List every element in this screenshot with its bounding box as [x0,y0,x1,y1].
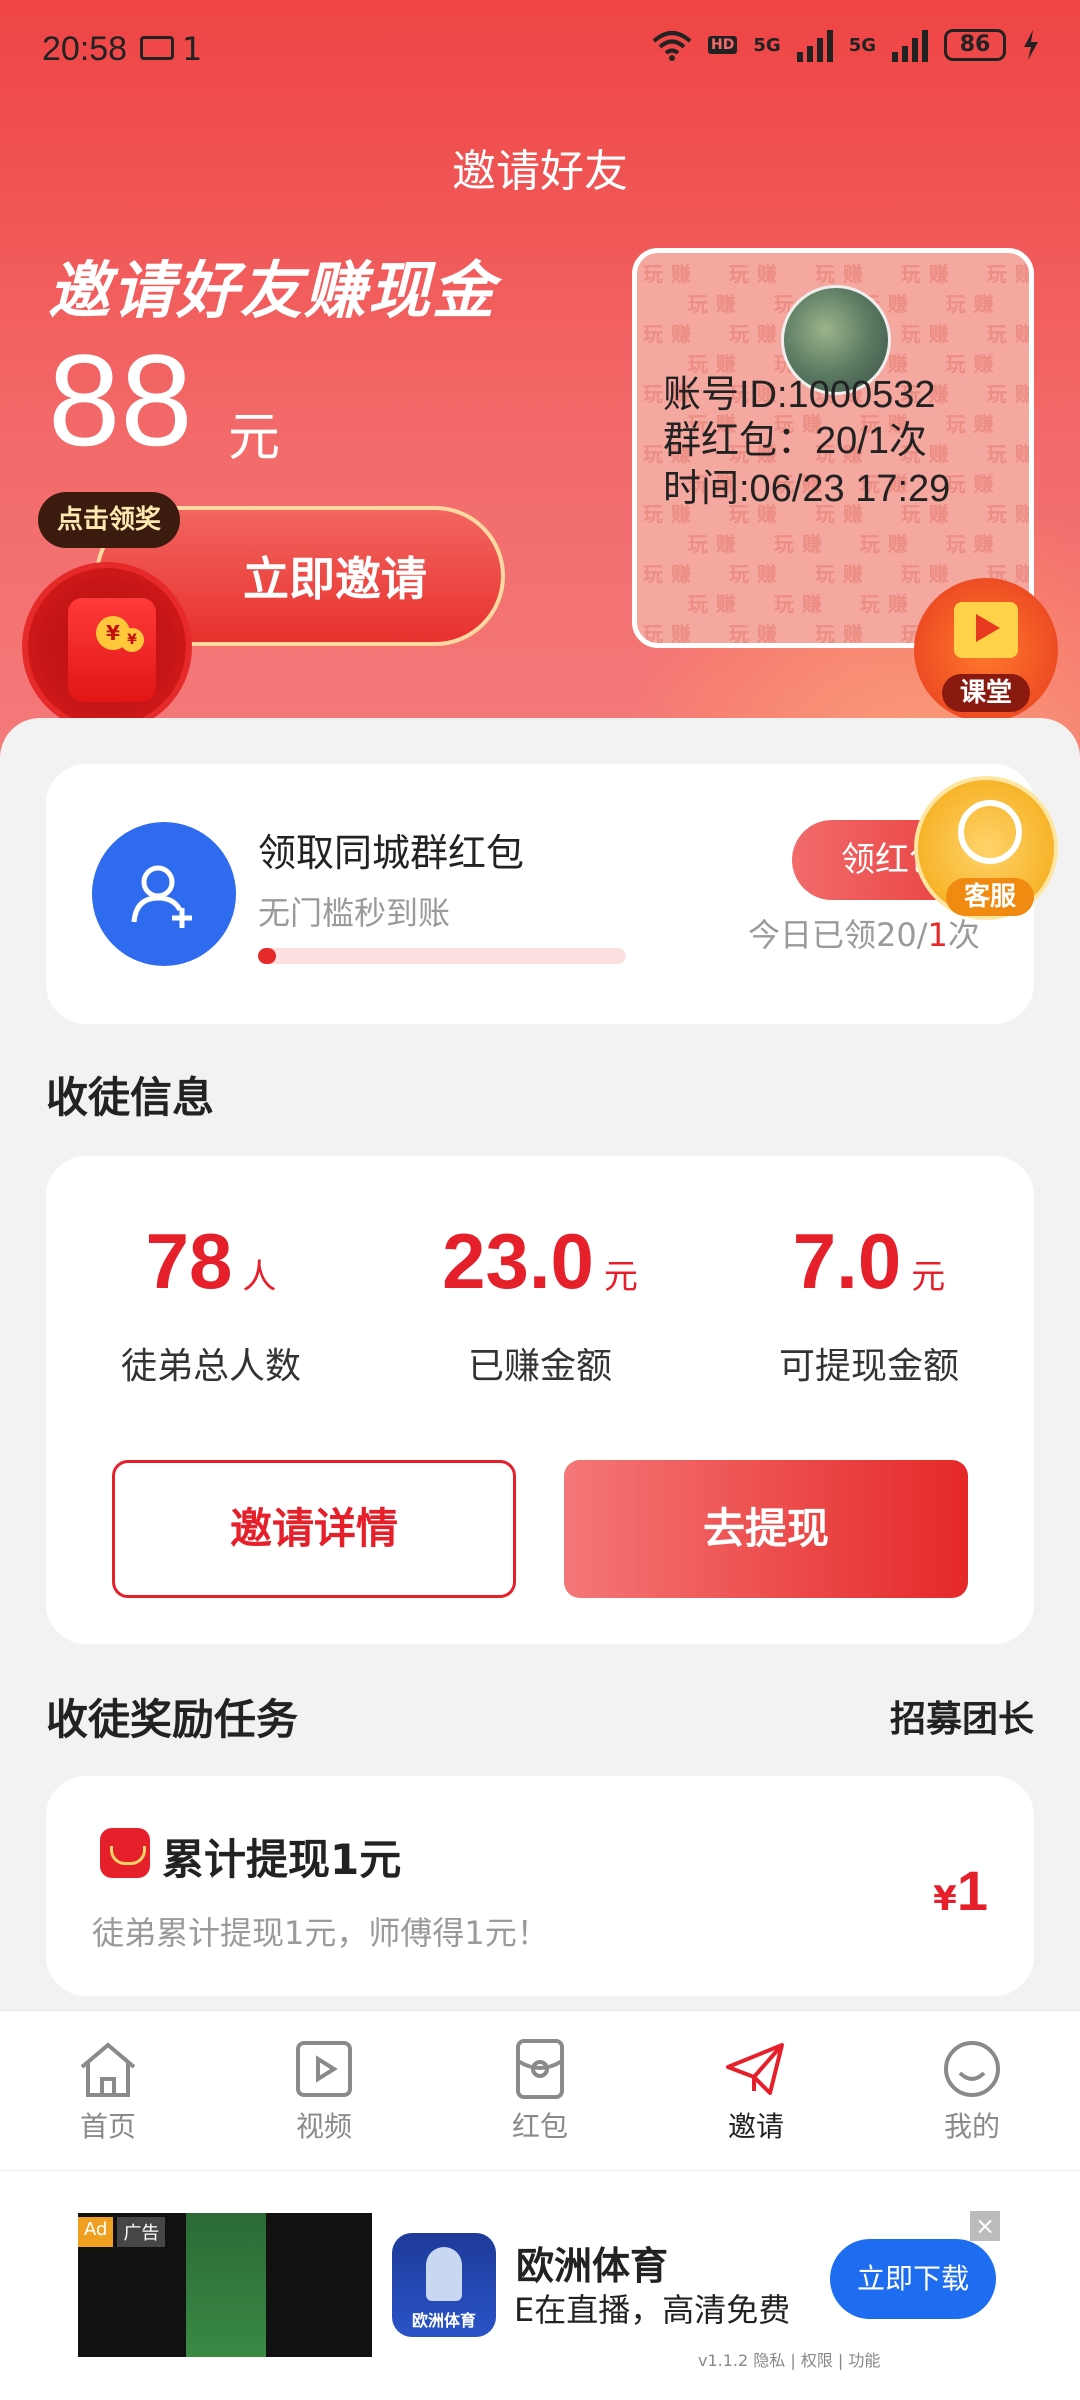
claim-reward-tip[interactable]: 点击领奖 [38,492,180,548]
status-right: HD 5G 5G 86 [652,28,1040,62]
paper-plane-icon [726,2043,784,2095]
ad-app-name: 欧洲体育 [516,2244,669,2288]
stat-value: 23.0 [442,1217,594,1305]
stat-label: 可提现金额 [778,1346,959,1387]
wifi-icon [652,31,692,61]
ad-video-thumbnail[interactable]: Ad 广告 [78,2213,372,2357]
nav-invite[interactable]: 邀请 [686,2039,826,2145]
task-reward: ¥1 [933,1858,988,1923]
floating-redpacket-button[interactable]: ¥ ¥ [22,562,192,732]
count-suffix: 次 [947,916,980,954]
hd-icon: HD [708,36,738,54]
invite-detail-button[interactable]: 邀请详情 [112,1460,516,1598]
status-bar: 20:58 1 HD 5G 5G 86 [0,0,1080,100]
stat-withdrawable: 7.0 元 可提现金额 [704,1216,1034,1389]
signal-icon-2 [892,28,928,62]
stat-total-disciples: 78 人 徒弟总人数 [46,1216,376,1389]
disciple-section-title: 收徒信息 [46,1073,215,1122]
status-time: 20:58 [42,30,128,68]
stat-unit: 元 [911,1257,946,1297]
ad-app-icon-caption: 欧洲体育 [411,2311,476,2330]
group-redpack-count: 今日已领20/1次 [748,910,980,956]
task-subtitle: 徒弟累计提现1元，师傅得1元！ [92,1914,549,1952]
withdraw-button[interactable]: 去提现 [564,1460,968,1598]
classroom-label: 课堂 [942,674,1030,712]
hero-slogan: 邀请好友赚现金 [48,254,497,327]
headset-icon [958,800,1022,864]
redpacket-envelope-icon [68,598,156,702]
hero-amount: 88 [48,327,193,473]
add-user-icon [92,822,236,966]
stat-label: 已赚金额 [467,1346,612,1387]
task-card[interactable]: 累计提现1元 徒弟累计提现1元，师傅得1元！ ¥1 [46,1776,1034,1996]
nav-redpacket[interactable]: 红包 [470,2039,610,2145]
stat-value: 7.0 [792,1217,902,1305]
bottom-nav: 首页 视频 红包 邀请 我的 [0,2010,1080,2170]
group-redpack-card: 领取同城群红包 无门槛秒到账 领红包 今日已领20/1次 [46,764,1034,1024]
poster-time: 时间:06/23 17:29 [663,468,951,510]
play-icon [976,614,1000,642]
signal-icon [796,28,833,62]
nav-label: 邀请 [727,2110,784,2143]
stat-label: 徒弟总人数 [120,1346,301,1387]
close-icon[interactable]: × [970,2211,1000,2241]
ad-download-button[interactable]: 立即下载 [830,2239,996,2319]
recruit-leader-link[interactable]: 招募团长 [890,1690,1034,1742]
network-1: 5G [753,34,781,56]
task-title: 累计提现1元 [162,1835,402,1884]
ad-banner[interactable]: Ad 广告 欧洲体育 欧洲体育 E在直播，高清免费 立即下载 × v1.1.2 … [0,2170,1080,2400]
ad-description: E在直播，高清免费 [514,2291,791,2329]
stat-earned: 23.0 元 已赚金额 [375,1216,705,1389]
task-section-title: 收徒奖励任务 [46,1695,299,1744]
coin-icon-small: ¥ [120,628,144,652]
charging-icon [1024,30,1038,60]
reward-currency: ¥ [933,1879,957,1919]
nav-home[interactable]: 首页 [38,2039,178,2145]
stat-unit: 人 [242,1257,277,1297]
group-redpack-progress [258,948,626,964]
poster-group-redpack: 群红包：20/1次 [663,420,927,462]
nav-label: 首页 [79,2110,136,2143]
ad-tag-ad: Ad [78,2217,114,2247]
nav-label: 红包 [511,2110,568,2143]
nav-video[interactable]: 视频 [254,2039,394,2145]
status-msg-count: 1 [182,30,203,68]
ad-meta-links[interactable]: v1.1.2 隐私 | 权限 | 功能 [698,2347,880,2371]
hero-amount-unit: 元 [228,408,281,468]
smile-icon [944,2041,1000,2097]
group-redpack-title: 领取同城群红包 [258,831,525,875]
ad-tag: Ad 广告 [78,2217,166,2247]
home-icon [80,2042,136,2097]
redpacket-icon [516,2039,564,2099]
network-2: 5G [848,34,876,56]
group-redpack-subtitle: 无门槛秒到账 [258,894,451,932]
nav-mine[interactable]: 我的 [902,2039,1042,2145]
message-icon [140,36,174,60]
stat-unit: 元 [603,1257,638,1297]
page-title: 邀请好友 [452,146,628,197]
progress-fill [258,948,277,964]
nav-label: 我的 [943,2110,1000,2143]
video-icon [296,2041,352,2097]
count-highlight: 1 [927,916,948,954]
classroom-button[interactable]: 课堂 [914,578,1058,722]
disciple-stats-card: 78 人 徒弟总人数 23.0 元 已赚金额 7.0 元 可提现金额 邀请详情 去提现 [46,1156,1034,1644]
stat-value: 78 [145,1217,233,1305]
nav-label: 视频 [295,2110,352,2143]
trophy-icon [426,2247,462,2301]
count-prefix: 今日已领20/ [748,916,928,954]
redpacket-icon [100,1828,150,1878]
ad-tag-label: 广告 [117,2217,166,2247]
customer-service-button[interactable]: 客服 [914,776,1058,920]
reward-value: 1 [956,1859,988,1922]
ad-app-icon[interactable]: 欧洲体育 [392,2233,496,2337]
ad-video-field [186,2213,266,2357]
battery-icon: 86 [944,29,1006,61]
customer-service-label: 客服 [946,878,1034,916]
